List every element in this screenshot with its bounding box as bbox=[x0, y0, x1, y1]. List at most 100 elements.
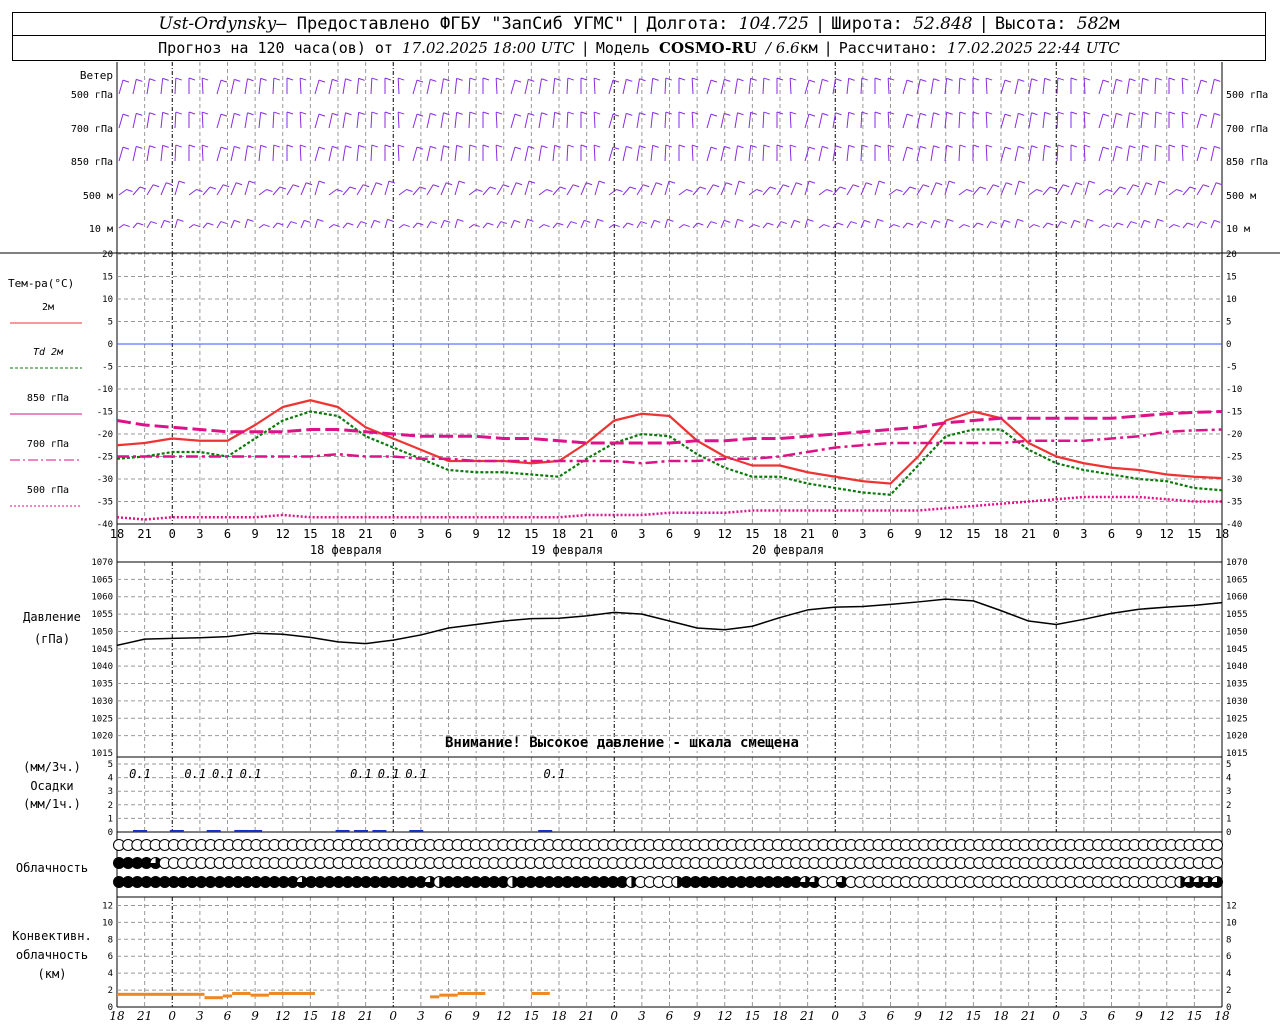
x-tick-label-bottom: 21 bbox=[578, 1009, 594, 1023]
wind-barb bbox=[370, 78, 373, 95]
wind-barb bbox=[734, 112, 738, 129]
x-tick-label: 18 bbox=[773, 527, 787, 541]
precip-tick-left: 1 bbox=[108, 814, 113, 824]
wind-barb-flag bbox=[753, 224, 760, 228]
wind-barb bbox=[342, 78, 346, 95]
wind-barb-flag bbox=[972, 77, 980, 81]
wind-barb-flag bbox=[665, 144, 672, 148]
wind-barb-flag bbox=[795, 182, 803, 186]
day-label: 18 февраля bbox=[310, 543, 382, 557]
x-tick-label: 0 bbox=[1053, 527, 1060, 541]
wind-barb-flag bbox=[946, 144, 953, 148]
x-tick-label-bottom: 15 bbox=[745, 1009, 760, 1023]
wind-level-label: 850 гПа bbox=[71, 157, 113, 168]
precip-title: Осадки bbox=[30, 779, 73, 793]
wind-barb-flag bbox=[1033, 224, 1040, 228]
wind-barb-flag bbox=[710, 146, 718, 150]
wind-barb-flag bbox=[580, 144, 588, 148]
wind-barb bbox=[734, 145, 738, 162]
x-tick-label: 12 bbox=[276, 527, 290, 541]
wind-barb bbox=[118, 189, 127, 196]
wind-barb bbox=[664, 78, 667, 95]
wind-barb bbox=[608, 224, 614, 229]
wind-barb bbox=[846, 78, 850, 95]
wind-barb bbox=[398, 224, 404, 229]
wind-barb bbox=[356, 112, 360, 129]
wind-barb-flag bbox=[678, 77, 686, 81]
conv-cloud-bar bbox=[232, 991, 251, 995]
wind-barb-flag bbox=[247, 112, 254, 116]
wind-barb-flag bbox=[896, 189, 903, 193]
x-tick-label: 18 bbox=[552, 527, 566, 541]
wind-barb-flag bbox=[1057, 77, 1064, 81]
x-tick-label: 9 bbox=[694, 527, 701, 541]
wind-barb bbox=[328, 113, 333, 129]
temp-tick-left: -15 bbox=[97, 408, 113, 418]
wind-barb bbox=[454, 181, 460, 196]
wind-barb bbox=[1084, 181, 1090, 196]
wind-barb bbox=[1083, 145, 1086, 162]
wind-barb-flag bbox=[496, 144, 503, 148]
wind-barb-flag bbox=[710, 113, 718, 117]
x-tick-label-bottom: 18 bbox=[109, 1009, 125, 1023]
wind-barb-flag bbox=[823, 224, 830, 228]
wind-barb bbox=[748, 145, 752, 162]
wind-barb-flag bbox=[567, 111, 574, 115]
wind-barb bbox=[230, 220, 235, 229]
wind-barb bbox=[720, 220, 725, 229]
precip-bar bbox=[169, 830, 184, 832]
wind-barb bbox=[258, 224, 264, 229]
wind-barb bbox=[495, 112, 498, 129]
wind-barb bbox=[664, 219, 668, 229]
wind-barb bbox=[706, 114, 712, 129]
wind-barb bbox=[524, 113, 529, 129]
wind-barb-flag bbox=[933, 145, 940, 149]
wind-barb-flag bbox=[456, 144, 463, 148]
temp-tick-right: -15 bbox=[1226, 408, 1242, 418]
wind-barb bbox=[216, 114, 222, 129]
wind-barb bbox=[495, 78, 498, 95]
x-tick-label: 12 bbox=[1160, 527, 1174, 541]
wind-barb-flag bbox=[557, 222, 564, 226]
wind-barb-flag bbox=[597, 218, 604, 222]
temp-tick-left: -10 bbox=[97, 385, 113, 395]
pressure-tick-left: 1030 bbox=[91, 697, 113, 707]
pressure-tick-right: 1070 bbox=[1226, 558, 1248, 568]
wind-barb-flag bbox=[920, 112, 927, 116]
temp-legend-label: 500 гПа bbox=[27, 485, 69, 496]
pressure-tick-left: 1050 bbox=[91, 627, 113, 637]
wind-barb bbox=[300, 220, 305, 229]
wind-barb-flag bbox=[584, 219, 591, 223]
wind-barb bbox=[1168, 189, 1177, 196]
wind-barb bbox=[356, 78, 360, 95]
wind-barb bbox=[1070, 220, 1075, 229]
wind-barb bbox=[1140, 182, 1147, 196]
wind-barb bbox=[160, 112, 164, 129]
x-tick-label: 6 bbox=[445, 527, 452, 541]
wind-barb bbox=[258, 145, 262, 162]
wind-barb-flag bbox=[541, 112, 548, 116]
wind-barb-flag bbox=[332, 145, 339, 149]
wind-barb bbox=[454, 219, 458, 229]
wind-barb bbox=[1028, 224, 1034, 229]
wind-barb bbox=[902, 147, 908, 162]
wind-barb bbox=[1112, 79, 1117, 95]
wind-barb bbox=[468, 224, 474, 229]
wind-barb bbox=[510, 114, 516, 129]
wind-barb-flag bbox=[946, 77, 953, 81]
wind-barb-flag bbox=[790, 111, 797, 115]
wind-barb-flag bbox=[1176, 189, 1183, 193]
wind-barb-flag bbox=[1214, 78, 1221, 82]
wind-barb bbox=[650, 182, 657, 196]
wind-barb-flag bbox=[406, 189, 413, 193]
pressure-warning: Внимание! Высокое давление - шкала смеще… bbox=[445, 735, 799, 751]
wind-barb bbox=[272, 222, 278, 229]
temp-legend-label: 700 гПа bbox=[27, 439, 69, 450]
wind-barb-flag bbox=[934, 219, 941, 223]
wind-barb-flag bbox=[559, 186, 567, 190]
wind-barb bbox=[818, 113, 823, 129]
precip-bar bbox=[372, 830, 387, 832]
wind-barb bbox=[860, 145, 863, 162]
wind-barb bbox=[916, 146, 921, 162]
wind-barb-flag bbox=[652, 111, 659, 115]
